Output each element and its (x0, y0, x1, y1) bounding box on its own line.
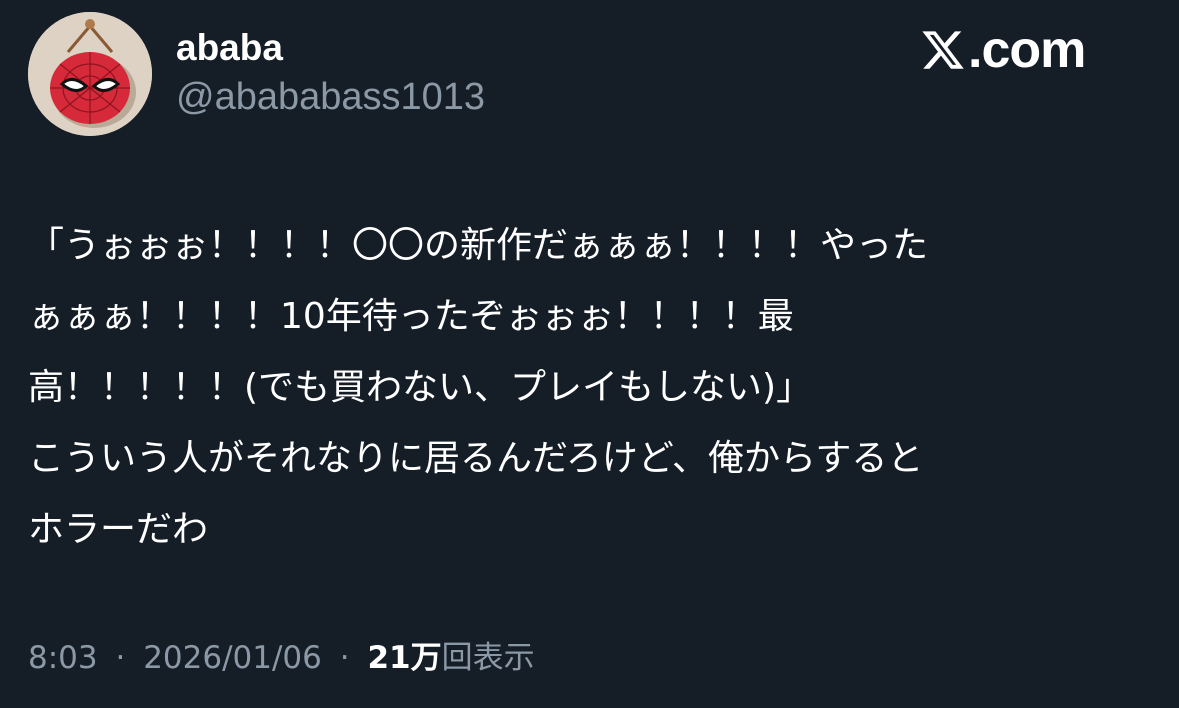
meta-separator: · (339, 640, 350, 676)
brand-watermark: .com (920, 21, 1086, 79)
author-handle[interactable]: @abababass1013 (176, 74, 485, 120)
tweet-text-line: ホラーだわ (28, 509, 209, 550)
tweet-card: ababa @abababass1013 .com 「うぉぉぉ！！！！〇〇の新作… (0, 0, 1179, 708)
tweet-time[interactable]: 8:03 (28, 640, 98, 676)
tweet-metadata: 8:03 · 2026/01/06 · 21万回表示 (28, 636, 535, 680)
author-display-name[interactable]: ababa (176, 26, 283, 70)
tweet-text: 「うぉぉぉ！！！！〇〇の新作だぁぁぁ！！！！やった ぁぁぁ！！！！10年待ったぞ… (28, 210, 1158, 565)
brand-domain-text: .com (968, 21, 1086, 79)
view-count-label: 回表示 (441, 640, 535, 676)
tweet-text-line: 高！！！！！(でも買わない、プレイもしない)」 (28, 367, 813, 408)
spiderman-mask-icon (28, 12, 152, 136)
x-logo-icon (922, 31, 964, 69)
tweet-text-line: ぁぁぁ！！！！10年待ったぞぉぉぉ！！！！最 (28, 296, 794, 337)
author-avatar[interactable] (28, 12, 152, 136)
tweet-text-line: こういう人がそれなりに居るんだろけど、俺からすると (28, 438, 924, 479)
tweet-text-line: 「うぉぉぉ！！！！〇〇の新作だぁぁぁ！！！！やった (28, 225, 929, 266)
tweet-date[interactable]: 2026/01/06 (143, 640, 322, 676)
meta-separator: · (115, 640, 126, 676)
view-count[interactable]: 21万 (367, 640, 441, 676)
